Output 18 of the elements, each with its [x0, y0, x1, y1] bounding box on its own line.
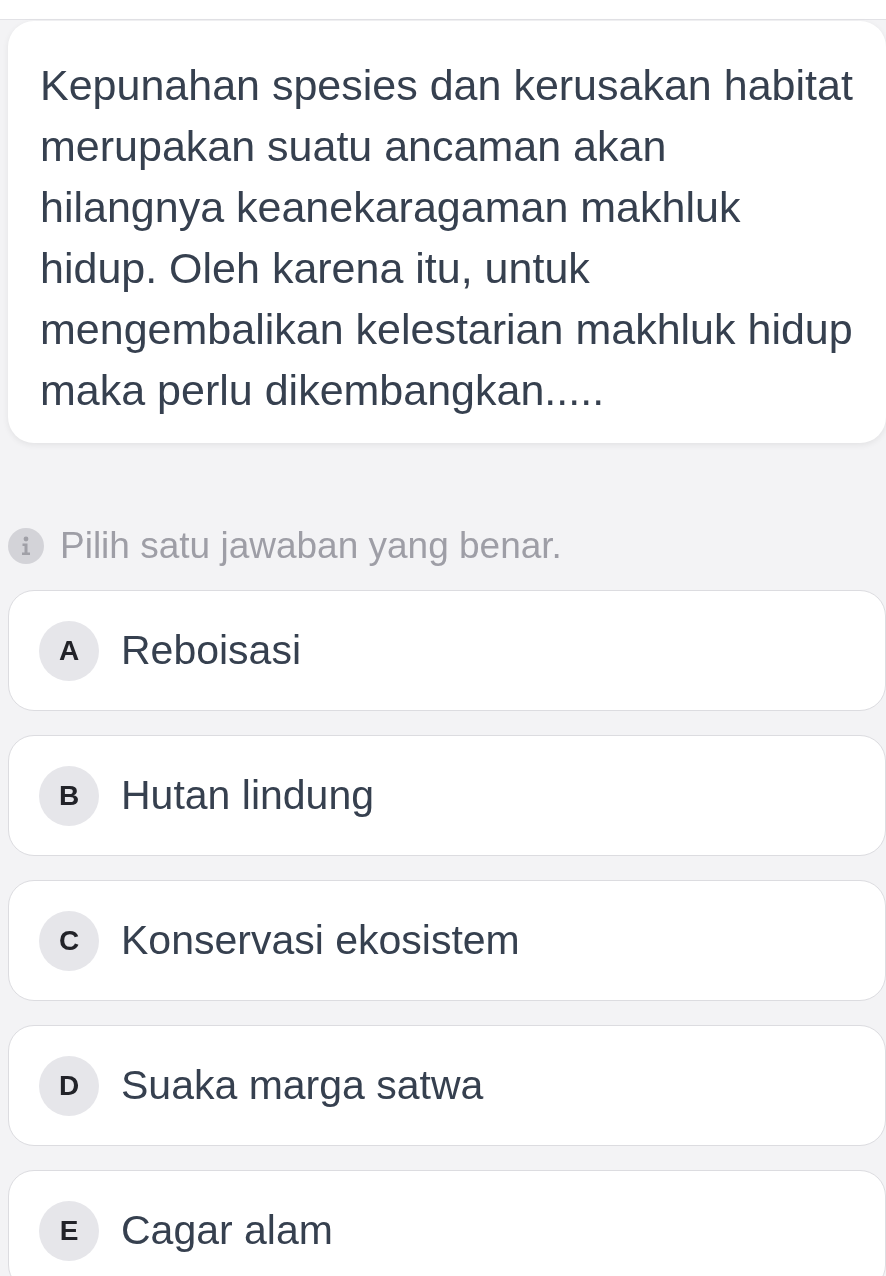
option-text: Suaka marga satwa	[121, 1060, 484, 1110]
option-letter: A	[39, 620, 99, 681]
question-text: Kepunahan spesies dan kerusakan habitat merupakan suatu ancaman akan hilangnya keanekaragaman makhluk hidup. Oleh karena itu, untuk mengembalikan kelestarian makhluk hidup maka perlu dikembangkan.....	[40, 60, 854, 416]
option-text: Konservasi ekosistem	[121, 915, 520, 965]
info-icon	[8, 528, 44, 564]
instruction-text: Pilih satu jawaban yang benar.	[60, 524, 562, 569]
option-letter: C	[39, 910, 99, 971]
option-letter: D	[39, 1055, 99, 1116]
option-letter: E	[39, 1200, 99, 1261]
option-letter: B	[39, 765, 99, 826]
answer-option[interactable]: A Reboisasi	[8, 590, 886, 711]
answer-option[interactable]: B Hutan lindung	[8, 735, 886, 856]
answer-option[interactable]: C Konservasi ekosistem	[8, 880, 886, 1001]
option-text: Reboisasi	[121, 625, 302, 675]
answer-option[interactable]: E Cagar alam	[8, 1170, 886, 1276]
option-text: Hutan lindung	[121, 770, 375, 820]
answer-option[interactable]: D Suaka marga satwa	[8, 1025, 886, 1146]
option-text: Cagar alam	[121, 1205, 333, 1255]
